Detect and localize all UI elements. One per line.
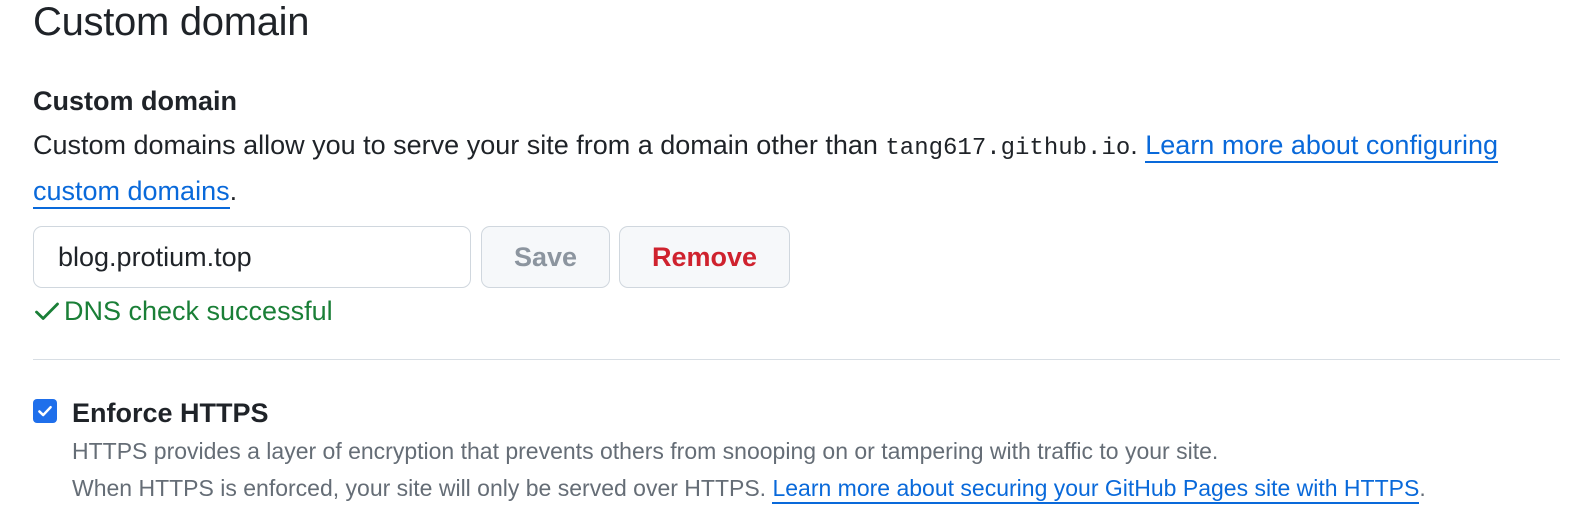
custom-domain-settings: Custom domain Custom domain Custom domai… bbox=[0, 0, 1576, 532]
page-title: Custom domain bbox=[33, 0, 310, 44]
custom-domain-label: Custom domain bbox=[33, 86, 238, 116]
enforce-https-checkbox[interactable] bbox=[33, 399, 57, 423]
default-domain: tang617.github.io bbox=[885, 135, 1131, 162]
https-note-prefix: When HTTPS is enforced, your site will o… bbox=[72, 475, 773, 501]
remove-button[interactable]: Remove bbox=[619, 226, 790, 288]
dns-status-text: DNS check successful bbox=[64, 295, 333, 326]
https-note-line1: HTTPS provides a layer of encryption tha… bbox=[72, 438, 1219, 464]
check-icon bbox=[35, 302, 59, 320]
section-divider bbox=[33, 359, 1560, 360]
description-prefix: Custom domains allow you to serve your s… bbox=[33, 130, 886, 160]
save-button[interactable]: Save bbox=[481, 226, 610, 288]
https-note-suffix: . bbox=[1419, 475, 1426, 501]
dns-status: DNS check successful bbox=[33, 292, 333, 330]
enforce-https-label[interactable]: Enforce HTTPS bbox=[72, 396, 269, 430]
https-note-line2: When HTTPS is enforced, your site will o… bbox=[72, 473, 1426, 504]
checkmark-icon bbox=[38, 405, 52, 417]
custom-domain-input[interactable] bbox=[33, 226, 471, 288]
custom-domain-description: Custom domains allow you to serve your s… bbox=[33, 124, 1533, 212]
description-suffix: . bbox=[229, 176, 238, 206]
description-mid: . bbox=[1130, 130, 1146, 160]
learn-more-https-link[interactable]: Learn more about securing your GitHub Pa… bbox=[772, 475, 1420, 504]
